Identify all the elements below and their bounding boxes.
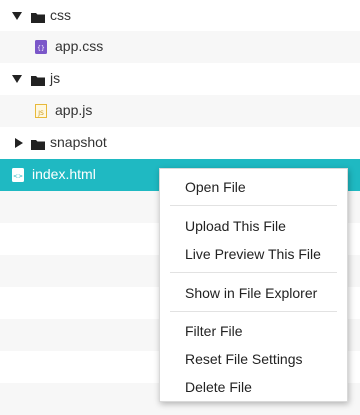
html-file-icon: <> xyxy=(12,168,24,182)
folder-icon xyxy=(31,10,45,23)
menu-item-open-file[interactable]: Open File xyxy=(160,174,347,200)
tree-file-app-js[interactable]: JS app.js xyxy=(0,95,360,127)
collapsed-arrow-icon[interactable] xyxy=(14,138,24,148)
menu-item-reset-settings[interactable]: Reset File Settings xyxy=(160,346,347,372)
tree-item-label: css xyxy=(50,7,71,23)
menu-item-delete-file[interactable]: Delete File xyxy=(160,374,347,400)
menu-item-live-preview[interactable]: Live Preview This File xyxy=(160,241,347,267)
menu-divider xyxy=(170,272,337,273)
context-menu: Open File Upload This File Live Preview … xyxy=(159,168,348,402)
tree-item-label: app.css xyxy=(55,38,104,54)
tree-folder-js[interactable]: js xyxy=(0,63,360,95)
tree-file-app-css[interactable]: {} app.css xyxy=(0,31,360,63)
tree-folder-snapshot[interactable]: snapshot xyxy=(0,127,360,159)
tree-item-label: index.html xyxy=(32,166,96,182)
menu-divider xyxy=(170,311,337,312)
expanded-arrow-icon[interactable] xyxy=(12,74,22,84)
tree-item-label: js xyxy=(50,70,61,86)
tree-item-label: snapshot xyxy=(50,134,107,150)
js-file-icon: JS xyxy=(35,104,47,118)
svg-text:{}: {} xyxy=(37,45,45,52)
folder-icon xyxy=(31,137,45,150)
svg-text:<>: <> xyxy=(13,173,23,180)
svg-text:JS: JS xyxy=(37,110,44,117)
menu-item-upload-file[interactable]: Upload This File xyxy=(160,213,347,239)
menu-item-show-in-explorer[interactable]: Show in File Explorer xyxy=(160,280,347,306)
tree-folder-css[interactable]: css xyxy=(0,0,360,32)
css-file-icon: {} xyxy=(35,40,47,54)
tree-item-label: app.js xyxy=(55,102,93,118)
menu-divider xyxy=(170,205,337,206)
folder-icon xyxy=(31,73,45,86)
menu-item-filter-file[interactable]: Filter File xyxy=(160,318,347,344)
expanded-arrow-icon[interactable] xyxy=(12,11,22,21)
